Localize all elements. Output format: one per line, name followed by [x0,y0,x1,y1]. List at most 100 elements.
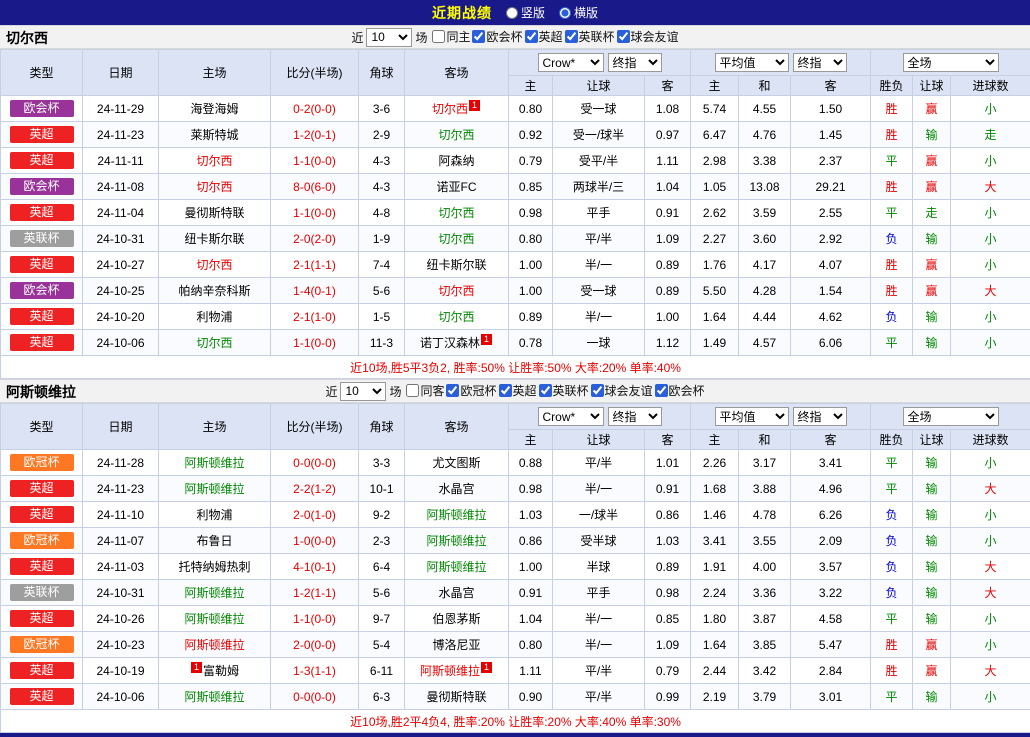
handicap-result: 输 [913,476,951,502]
match-count-select[interactable]: 10 [340,382,386,401]
fulltime-result: 胜 [871,174,913,200]
match-row: 英超24-11-23莱斯特城1-2(0-1)2-9切尔西0.92受一/球半0.9… [1,122,1030,148]
avg-away-odds: 2.84 [791,658,871,684]
red-card-badge: 1 [481,334,492,345]
avg-type-select[interactable]: 终指 [793,407,847,426]
filter-checkbox[interactable] [446,384,459,397]
handicap-result: 输 [913,122,951,148]
section-header: 切尔西 近 10 场 同主欧会杯英超英联杯球会友谊 [0,25,1030,49]
scope-select[interactable]: 全场 [903,53,999,72]
vertical-layout-radio[interactable] [506,7,518,19]
corner-cell: 6-11 [359,658,405,684]
team-label: 伯恩茅斯 [432,612,480,626]
layout-option-vertical[interactable]: 竖版 [506,4,545,21]
filter-option[interactable]: 欧会杯 [655,382,705,399]
match-count-select[interactable]: 10 [366,28,412,47]
filter-checkbox[interactable] [655,384,668,397]
avg-source-select[interactable]: 平均值 [715,407,789,426]
filter-checkbox[interactable] [432,30,445,43]
goals-result: 小 [951,330,1030,356]
horizontal-layout-radio[interactable] [559,7,571,19]
layout-option-horizontal[interactable]: 横版 [559,4,598,21]
filter-label: 欧会杯 [669,382,705,399]
avg-draw-odds: 3.88 [739,476,791,502]
league-cell: 英超 [1,200,83,226]
red-card-badge: 1 [469,100,480,111]
match-row: 英超24-11-11切尔西1-1(0-0)4-3阿森纳0.79受平/半1.112… [1,148,1030,174]
odds-source-select[interactable]: Crow* [538,407,604,426]
filter-option[interactable]: 英超 [499,382,537,399]
filter-option[interactable]: 欧冠杯 [446,382,496,399]
goals-result: 小 [951,96,1030,122]
goals-result: 小 [951,528,1030,554]
fulltime-result: 平 [871,450,913,476]
col-header-type: 类型 [1,50,83,96]
col-header-date: 日期 [83,50,159,96]
sub-header-handicap: 让球 [553,430,645,450]
home-team: 阿斯顿维拉 [159,450,271,476]
avg-draw-odds: 4.55 [739,96,791,122]
crown-away-odds: 0.86 [645,502,691,528]
fulltime-result: 胜 [871,658,913,684]
filter-checkbox[interactable] [591,384,604,397]
avg-home-odds: 2.44 [691,658,739,684]
scope-header: 全场 [871,404,1030,430]
col-header-home: 主场 [159,404,271,450]
sub-header-avg-home: 主 [691,430,739,450]
away-team: 切尔西 [405,278,509,304]
topbar: 近期战绩 竖版 横版 [0,0,1030,25]
near-label: 近 [325,383,337,400]
match-date: 24-10-26 [83,606,159,632]
avg-draw-odds: 3.17 [739,450,791,476]
team-label: 切尔西 [438,206,474,220]
filter-checkbox[interactable] [406,384,419,397]
match-row: 英联杯24-10-31阿斯顿维拉1-2(1-1)5-6水晶宫0.91平手0.98… [1,580,1030,606]
avg-home-odds: 2.26 [691,450,739,476]
goals-result: 小 [951,502,1030,528]
avg-draw-odds: 3.55 [739,528,791,554]
filter-checkbox[interactable] [565,30,578,43]
match-date: 24-10-06 [83,684,159,710]
odds-type-select[interactable]: 终指 [608,53,662,72]
avg-home-odds: 1.68 [691,476,739,502]
filter-option[interactable]: 英超 [525,28,563,45]
odds-source-select[interactable]: Crow* [538,53,604,72]
league-badge: 英超 [10,334,74,351]
odds-type-select[interactable]: 终指 [608,407,662,426]
team-label: 帕纳辛奈科斯 [178,284,250,298]
avg-away-odds: 4.96 [791,476,871,502]
crown-home-odds: 1.03 [509,502,553,528]
handicap-line: 一球 [553,330,645,356]
league-badge: 欧冠杯 [10,636,74,653]
handicap-line: 半/一 [553,606,645,632]
filter-option[interactable]: 同客 [406,382,444,399]
handicap-line: 受一球 [553,278,645,304]
filter-checkbox[interactable] [539,384,552,397]
match-date: 24-10-23 [83,632,159,658]
match-date: 24-11-23 [83,476,159,502]
avg-type-select[interactable]: 终指 [793,53,847,72]
filter-checkbox[interactable] [472,30,485,43]
filter-option[interactable]: 欧会杯 [472,28,522,45]
crown-away-odds: 0.99 [645,684,691,710]
filter-option[interactable]: 同主 [432,28,470,45]
handicap-line: 一/球半 [553,502,645,528]
filter-option[interactable]: 英联杯 [565,28,615,45]
away-team: 切尔西 [405,122,509,148]
team-label: 切尔西 [438,284,474,298]
crown-away-odds: 1.01 [645,450,691,476]
scope-select[interactable]: 全场 [903,407,999,426]
goals-result: 走 [951,122,1030,148]
filter-checkbox[interactable] [617,30,630,43]
score-cell: 1-1(0-0) [271,330,359,356]
filter-checkbox[interactable] [499,384,512,397]
avg-home-odds: 2.27 [691,226,739,252]
filter-option[interactable]: 英联杯 [539,382,589,399]
crown-home-odds: 0.91 [509,580,553,606]
filter-option[interactable]: 球会友谊 [617,28,679,45]
filter-option[interactable]: 球会友谊 [591,382,653,399]
avg-source-select[interactable]: 平均值 [715,53,789,72]
handicap-result: 赢 [913,174,951,200]
filter-checkbox[interactable] [525,30,538,43]
avg-away-odds: 5.47 [791,632,871,658]
